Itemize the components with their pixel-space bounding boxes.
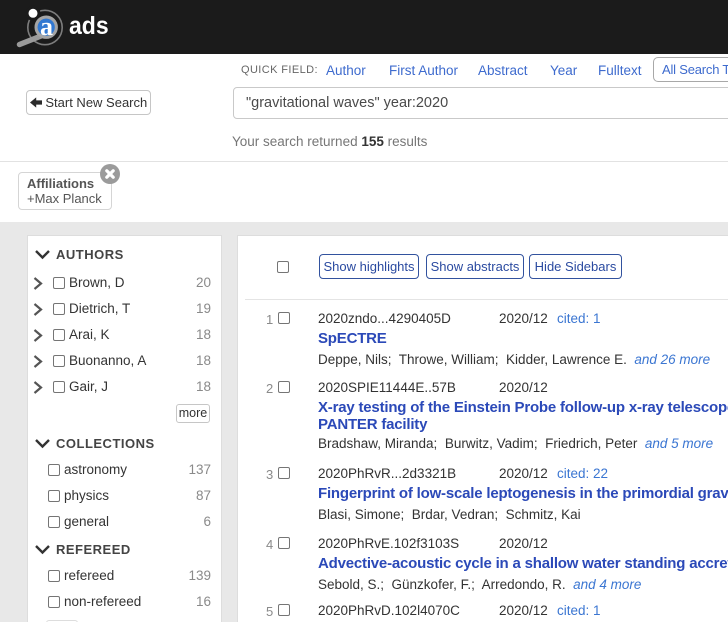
svg-text:a: a (40, 12, 53, 41)
